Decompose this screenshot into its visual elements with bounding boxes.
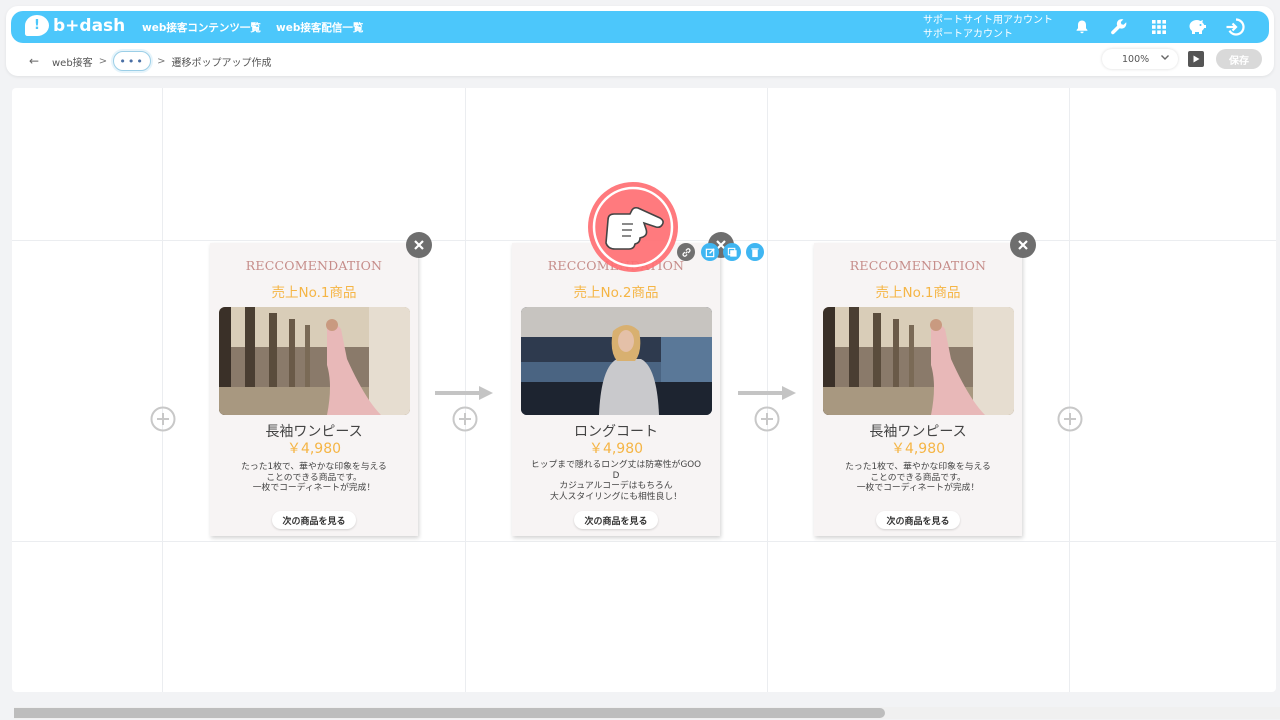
- card-rank: 売上No.1商品: [875, 285, 961, 301]
- back-arrow-icon[interactable]: ←: [26, 53, 42, 69]
- play-icon: [1193, 55, 1200, 63]
- breadcrumb: ← web接客 > ••• > 遷移ポップアップ作成: [26, 50, 271, 72]
- breadcrumb-current: 遷移ポップアップ作成: [171, 57, 272, 69]
- grid-apps-icon[interactable]: [1148, 16, 1170, 38]
- account-info[interactable]: サポートサイト用アカウント サポートアカウント: [923, 14, 1053, 42]
- card-price: ￥4,980: [890, 441, 946, 457]
- trash-icon[interactable]: [746, 243, 764, 261]
- card-description: ヒップまで隠れるロング丈は防寒性がGOO D カジュアルコーデはもちろん 大人ス…: [518, 460, 714, 502]
- card-description-line: カジュアルコーデはもちろん: [559, 481, 673, 492]
- preview-play-button[interactable]: [1188, 51, 1204, 67]
- logo[interactable]: ! b+dash: [25, 15, 125, 36]
- card-description-line: 大人スタイリングにも相性良し！: [550, 491, 682, 502]
- nav-delivery-list[interactable]: web接客配信一覧: [276, 20, 363, 35]
- card-description: たった1枚で、華やかな印象を与える ことのできる商品です。 一枚でコーディネート…: [820, 462, 1016, 494]
- add-step-icon[interactable]: [1057, 406, 1083, 432]
- edit-icon[interactable]: [701, 243, 719, 261]
- card-description-line: ヒップまで隠れるロング丈は防寒性がGOO: [530, 460, 702, 470]
- card-rank: 売上No.2商品: [573, 285, 659, 301]
- breadcrumb-ellipsis-button[interactable]: •••: [113, 51, 152, 71]
- logo-text: b+dash: [53, 15, 126, 36]
- bell-icon[interactable]: [1071, 16, 1093, 38]
- copy-icon[interactable]: [723, 243, 741, 261]
- header: ! b+dash web接客コンテンツ一覧 web接客配信一覧 サポートサイト用…: [6, 6, 1274, 76]
- close-icon[interactable]: [406, 232, 432, 258]
- breadcrumb-separator: >: [157, 55, 166, 67]
- card-description-line: ことのできる商品です。: [266, 472, 362, 483]
- logo-mark: !: [25, 15, 49, 36]
- next-product-button[interactable]: 次の商品を見る: [876, 511, 960, 529]
- save-button[interactable]: 保存: [1216, 49, 1262, 69]
- card-rank: 売上No.1商品: [271, 285, 357, 301]
- popup-card[interactable]: RECCOMENDATION 売上No.1商品 長袖ワンピース ￥4,980 た…: [814, 243, 1022, 536]
- product-image-dress: [823, 307, 1014, 415]
- zoom-value: 100%: [1122, 53, 1150, 65]
- card-price: ￥4,980: [286, 441, 342, 457]
- scrollbar-thumb[interactable]: [14, 708, 885, 718]
- tap-hand-icon: [588, 182, 678, 272]
- top-nav-bar: ! b+dash web接客コンテンツ一覧 web接客配信一覧 サポートサイト用…: [11, 11, 1269, 43]
- add-step-icon[interactable]: [150, 406, 176, 432]
- card-description: たった1枚で、華やかな印象を与える ことのできる商品です。 一枚でコーディネート…: [216, 462, 412, 494]
- logout-icon[interactable]: [1224, 16, 1246, 38]
- card-description-line: ことのできる商品です。: [870, 472, 966, 483]
- wrench-icon[interactable]: [1108, 16, 1130, 38]
- grid-line: [1069, 88, 1070, 692]
- piggy-bank-icon[interactable]: [1186, 16, 1208, 38]
- grid-line: [162, 88, 163, 692]
- add-step-icon[interactable]: [452, 406, 478, 432]
- account-site: サポートサイト用アカウント: [923, 15, 1053, 26]
- breadcrumb-separator: >: [98, 55, 108, 67]
- card-description-line: たった1枚で、華やかな印象を与える: [845, 462, 991, 472]
- card-description-line: 一枚でコーディネートが完成！: [252, 483, 376, 494]
- breadcrumb-root[interactable]: web接客: [52, 54, 93, 69]
- next-product-button[interactable]: 次の商品を見る: [574, 511, 658, 529]
- close-icon[interactable]: [1010, 232, 1036, 258]
- horizontal-scrollbar[interactable]: [14, 707, 1280, 719]
- next-product-button[interactable]: 次の商品を見る: [272, 511, 356, 529]
- account-name: サポートアカウント: [923, 29, 1013, 40]
- popup-card-selected[interactable]: RECCOMENDATION 売上No.2商品 ロングコート ￥4,980 ヒッ…: [512, 243, 720, 536]
- zoom-select[interactable]: 100%: [1102, 49, 1178, 69]
- card-price: ￥4,980: [588, 441, 644, 457]
- add-step-icon[interactable]: [754, 406, 780, 432]
- chevron-down-icon: [1160, 52, 1170, 65]
- nav-content-list[interactable]: web接客コンテンツ一覧: [142, 20, 261, 35]
- card-description-line: 一枚でコーディネートが完成！: [856, 483, 980, 494]
- card-en-title: RECCOMENDATION: [849, 258, 987, 273]
- card-description-line: D: [612, 470, 620, 481]
- flow-arrow-icon: [435, 386, 493, 400]
- flow-arrow-icon: [738, 386, 796, 400]
- product-image-coat: [521, 307, 712, 415]
- card-description-line: たった1枚で、華やかな印象を与える: [241, 462, 387, 472]
- product-image-dress: [219, 307, 410, 415]
- popup-card[interactable]: RECCOMENDATION 売上No.1商品 長袖ワンピース ￥4,980 た…: [210, 243, 418, 536]
- grid-line: [12, 541, 1276, 542]
- card-en-title: RECCOMENDATION: [245, 258, 383, 273]
